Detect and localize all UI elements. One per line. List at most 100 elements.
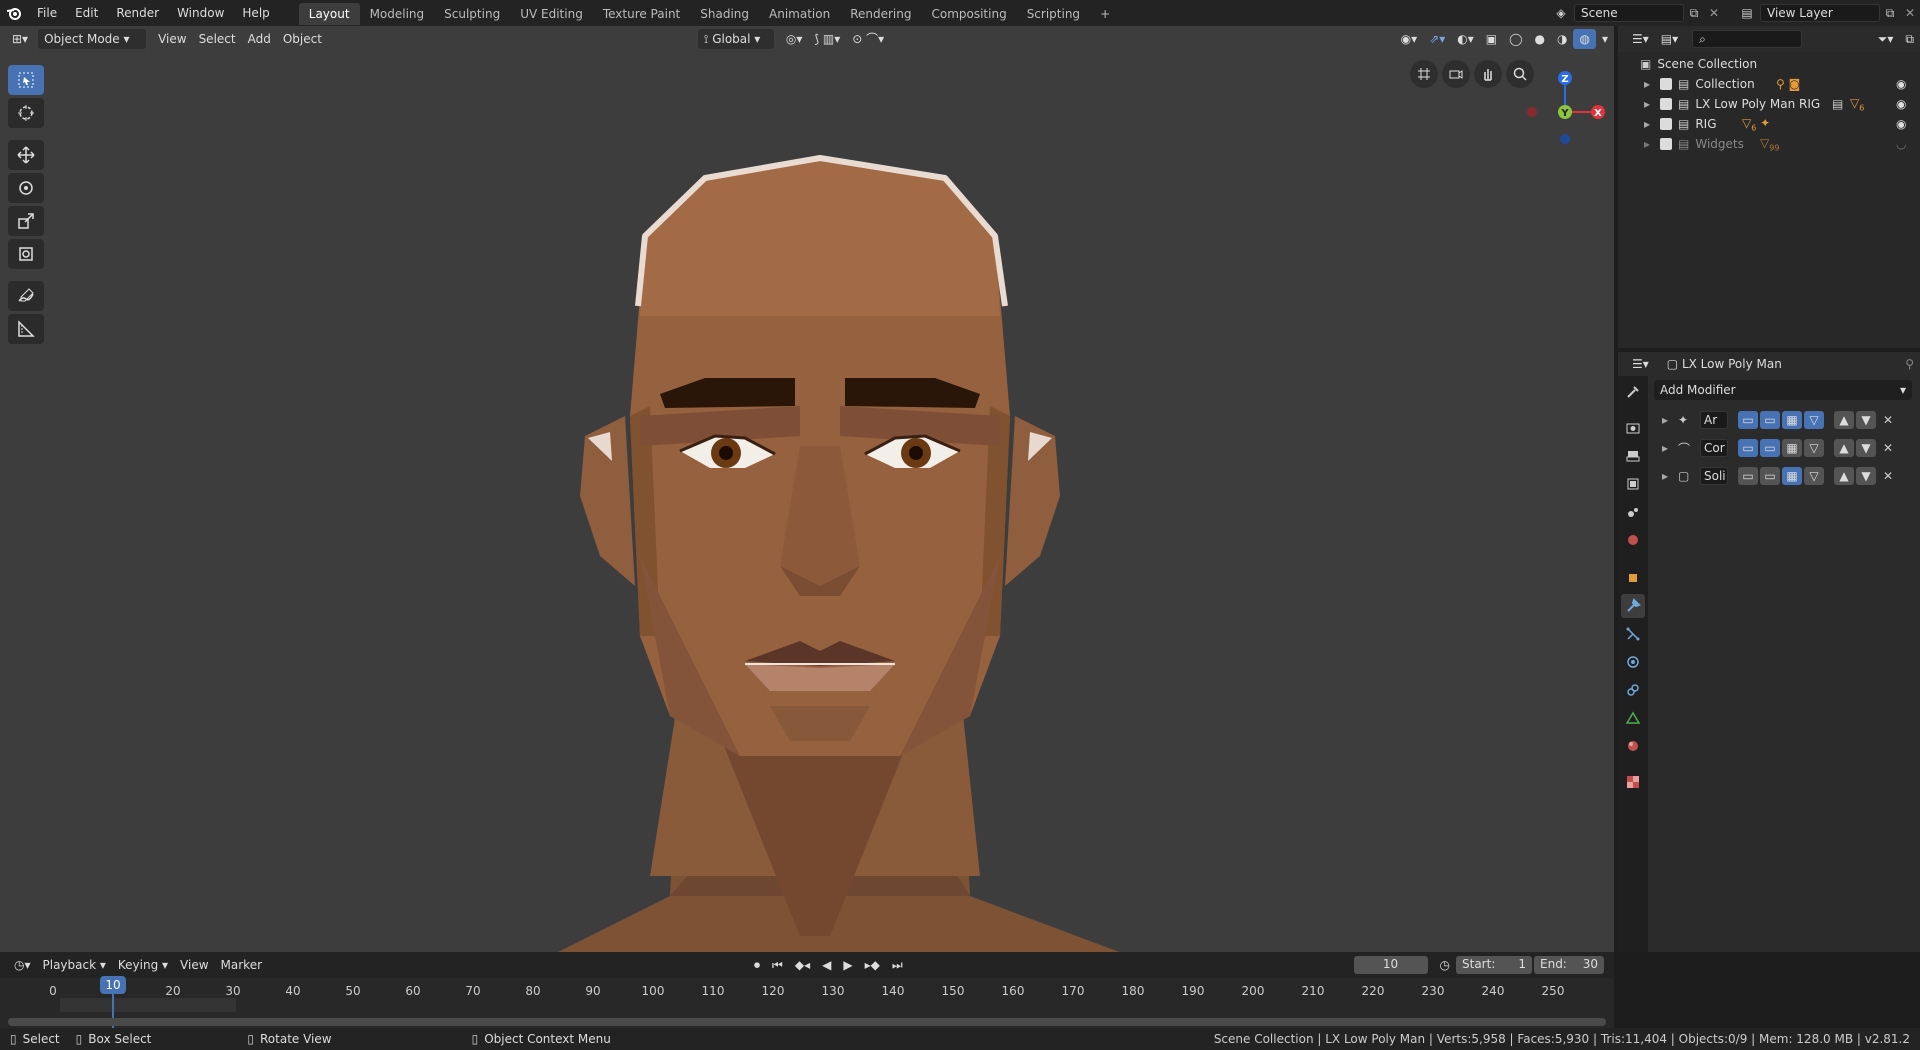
pivot-icon[interactable]: ◎▾ bbox=[780, 29, 809, 49]
modifier-tab-icon[interactable] bbox=[1621, 594, 1645, 618]
scene-collection-row[interactable]: ▣ Scene Collection bbox=[1618, 54, 1920, 74]
exclude-checkbox[interactable] bbox=[1660, 118, 1672, 130]
pan-hand-icon[interactable] bbox=[1474, 60, 1502, 88]
outliner-item-widgets[interactable]: ▸ ▤ Widgets ▽99 ◡ bbox=[1618, 134, 1920, 154]
cursor-icon[interactable] bbox=[8, 98, 44, 128]
rendered-shading-icon[interactable]: ◍ bbox=[1573, 29, 1596, 49]
outliner-item-collection[interactable]: ▸ ▤ Collection ⚲ ◙ ◉ bbox=[1618, 74, 1920, 94]
view-layer-field[interactable]: View Layer bbox=[1760, 4, 1880, 22]
shading-options-icon[interactable]: ▾ bbox=[1596, 29, 1614, 49]
move-down-icon[interactable]: ▼ bbox=[1856, 467, 1876, 485]
tab-uv-editing[interactable]: UV Editing bbox=[510, 3, 593, 25]
outliner-editor-type-icon[interactable]: ☰▾ bbox=[1626, 29, 1655, 49]
expand-arrow-icon[interactable]: ▸ bbox=[1644, 117, 1660, 131]
view-layer-icon[interactable]: ▤ bbox=[1734, 6, 1760, 20]
menu-window[interactable]: Window bbox=[168, 0, 233, 26]
view-layer-tab-icon[interactable] bbox=[1621, 472, 1645, 496]
tab-modeling[interactable]: Modeling bbox=[360, 3, 435, 25]
visibility-eye-icon[interactable]: ◉ bbox=[1896, 97, 1906, 111]
new-scene-icon[interactable]: ⧉ bbox=[1684, 6, 1704, 21]
modifier-name-field[interactable]: Soli bbox=[1700, 467, 1728, 485]
tab-sculpting[interactable]: Sculpting bbox=[434, 3, 510, 25]
add-modifier-dropdown[interactable]: Add Modifier ▾ bbox=[1654, 380, 1912, 400]
add-workspace-icon[interactable]: + bbox=[1090, 3, 1120, 25]
editmode-toggle-icon[interactable]: ▦ bbox=[1782, 467, 1802, 485]
properties-editor-type-icon[interactable]: ☰▾ bbox=[1626, 354, 1655, 374]
visibility-eye-icon[interactable]: ◉ bbox=[1896, 77, 1906, 91]
new-view-layer-icon[interactable]: ⧉ bbox=[1880, 6, 1900, 21]
tab-layout[interactable]: Layout bbox=[298, 3, 360, 25]
toggle-ortho-grid-icon[interactable] bbox=[1410, 60, 1438, 88]
cage-toggle-icon[interactable]: ▽ bbox=[1804, 467, 1824, 485]
visibility-hidden-icon[interactable]: ◡ bbox=[1896, 137, 1906, 151]
visibility-icon[interactable]: ◉▾ bbox=[1395, 29, 1424, 49]
orientation-dropdown[interactable]: ⟟ Global ▾ bbox=[697, 29, 774, 49]
menu-render[interactable]: Render bbox=[107, 0, 168, 26]
tool-settings-tab-icon[interactable] bbox=[1621, 380, 1645, 404]
editmode-toggle-icon[interactable]: ▦ bbox=[1782, 439, 1802, 457]
scene-name-field[interactable]: Scene bbox=[1574, 4, 1684, 22]
data-tab-icon[interactable] bbox=[1621, 706, 1645, 730]
exclude-checkbox[interactable] bbox=[1660, 78, 1672, 90]
tab-scripting[interactable]: Scripting bbox=[1017, 3, 1090, 25]
physics-tab-icon[interactable] bbox=[1621, 650, 1645, 674]
wireframe-shading-icon[interactable]: ◯ bbox=[1503, 29, 1528, 49]
outliner-item-lx-low-poly-man-rig[interactable]: ▸ ▤ LX Low Poly Man RIG ▤ ▽6 ◉ bbox=[1618, 94, 1920, 114]
exclude-checkbox[interactable] bbox=[1660, 98, 1672, 110]
timeline-scrollbar[interactable] bbox=[8, 1018, 1606, 1026]
modifier-name-field[interactable]: Ar bbox=[1700, 411, 1728, 429]
expand-arrow-icon[interactable]: ▸ bbox=[1662, 413, 1678, 427]
object-tab-icon[interactable] bbox=[1621, 566, 1645, 590]
viewport-toggle-icon[interactable]: ▭ bbox=[1760, 467, 1780, 485]
expand-arrow-icon[interactable]: ▸ bbox=[1644, 77, 1660, 91]
expand-arrow-icon[interactable]: ▸ bbox=[1644, 137, 1660, 151]
move-down-icon[interactable]: ▼ bbox=[1856, 411, 1876, 429]
axis-gizmo[interactable]: Z Y X bbox=[1520, 56, 1610, 146]
new-collection-icon[interactable]: ⧉ bbox=[1899, 29, 1920, 49]
editmode-toggle-icon[interactable]: ▦ bbox=[1782, 411, 1802, 429]
menu-view[interactable]: View bbox=[152, 29, 192, 49]
render-toggle-icon[interactable]: ▭ bbox=[1738, 411, 1758, 429]
expand-arrow-icon[interactable]: ▸ bbox=[1662, 441, 1678, 455]
modifier-armature[interactable]: ▸ ✦ Ar ▭ ▭ ▦ ▽ ▲ ▼ ✕ bbox=[1654, 406, 1912, 434]
3d-viewport[interactable]: ⊞▾ Object Mode ▾ View Select Add Object … bbox=[0, 26, 1614, 952]
texture-tab-icon[interactable] bbox=[1621, 770, 1645, 794]
delete-view-layer-icon[interactable]: ✕ bbox=[1900, 6, 1920, 20]
display-mode-icon[interactable]: ▤▾ bbox=[1655, 29, 1684, 49]
menu-file[interactable]: File bbox=[28, 0, 66, 26]
snap-icon[interactable]: ⟆ ▥▾ bbox=[808, 29, 846, 49]
tab-compositing[interactable]: Compositing bbox=[921, 3, 1016, 25]
remove-modifier-icon[interactable]: ✕ bbox=[1878, 441, 1898, 455]
expand-arrow-icon[interactable]: ▸ bbox=[1662, 469, 1678, 483]
exclude-checkbox[interactable] bbox=[1660, 138, 1672, 150]
measure-icon[interactable] bbox=[8, 314, 44, 344]
output-tab-icon[interactable] bbox=[1621, 444, 1645, 468]
render-tab-icon[interactable] bbox=[1621, 416, 1645, 440]
viewport-toggle-icon[interactable]: ▭ bbox=[1760, 411, 1780, 429]
modifier-name-field[interactable]: Cor bbox=[1700, 439, 1728, 457]
material-tab-icon[interactable] bbox=[1621, 734, 1645, 758]
material-shading-icon[interactable]: ◑ bbox=[1551, 29, 1573, 49]
modifier-corrective[interactable]: ▸ ⌒ Cor ▭ ▭ ▦ ▽ ▲ ▼ ✕ bbox=[1654, 434, 1912, 462]
move-up-icon[interactable]: ▲ bbox=[1834, 439, 1854, 457]
scene-tab-icon[interactable] bbox=[1621, 500, 1645, 524]
tab-texture-paint[interactable]: Texture Paint bbox=[593, 3, 690, 25]
camera-view-icon[interactable] bbox=[1442, 60, 1470, 88]
expand-arrow-icon[interactable]: ▸ bbox=[1644, 97, 1660, 111]
scene-icon[interactable]: ◈ bbox=[1548, 6, 1574, 20]
delete-scene-icon[interactable]: ✕ bbox=[1704, 6, 1724, 20]
filter-icon[interactable]: ⏷▾ bbox=[1872, 29, 1900, 49]
menu-select[interactable]: Select bbox=[193, 29, 242, 49]
visibility-eye-icon[interactable]: ◉ bbox=[1896, 117, 1906, 131]
annotate-icon[interactable] bbox=[8, 281, 44, 311]
blender-logo-icon[interactable] bbox=[0, 5, 28, 21]
particles-tab-icon[interactable] bbox=[1621, 622, 1645, 646]
editor-type-icon[interactable]: ⊞▾ bbox=[6, 29, 34, 49]
viewport-toggle-icon[interactable]: ▭ bbox=[1760, 439, 1780, 457]
tab-shading[interactable]: Shading bbox=[690, 3, 759, 25]
move-up-icon[interactable]: ▲ bbox=[1834, 411, 1854, 429]
overlay-icon[interactable]: ◐▾ bbox=[1451, 29, 1480, 49]
gizmo-toggle-icon[interactable]: ⇗▾ bbox=[1423, 29, 1451, 49]
proportional-edit-icon[interactable]: ⊙ ⌒▾ bbox=[846, 29, 890, 49]
mode-dropdown[interactable]: Object Mode ▾ bbox=[38, 29, 147, 49]
